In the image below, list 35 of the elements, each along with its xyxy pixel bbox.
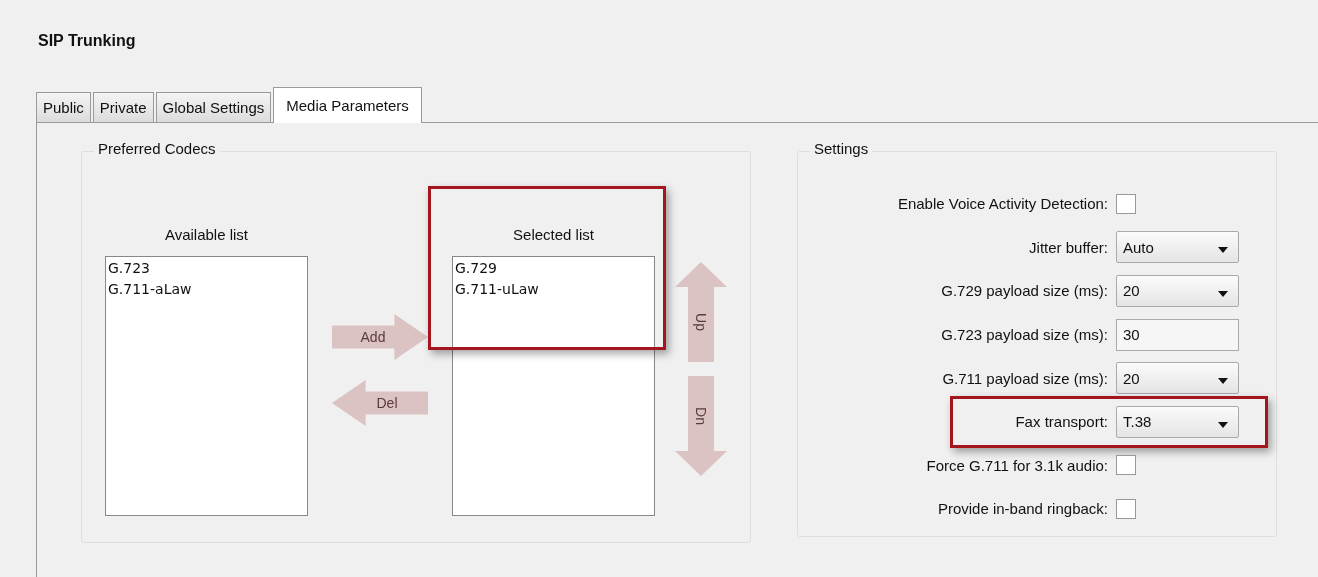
setting-label: Provide in-band ringback: [936, 500, 1109, 518]
list-item[interactable]: G.723 [108, 260, 305, 276]
setting-label: G.711 payload size (ms): [941, 369, 1109, 387]
dropdown[interactable]: 20 [1116, 275, 1239, 307]
list-item[interactable]: G.729 [455, 260, 652, 276]
codec-list[interactable]: G.729 G.711-uLaw [452, 256, 655, 516]
caret-icon [1218, 247, 1228, 254]
setting-label: G.729 payload size (ms): [940, 282, 1109, 300]
group-title: Preferred Codecs [94, 140, 220, 157]
dropdown[interactable]: 20 [1116, 362, 1239, 395]
setting-label: Force G.711 for 3.1k audio: [925, 456, 1109, 474]
list-item[interactable]: G.711-aLaw [108, 281, 305, 297]
caret-icon [1218, 421, 1228, 428]
checkbox[interactable] [1116, 455, 1136, 476]
tab[interactable]: Global Settings [155, 92, 272, 122]
tab[interactable]: Media Parameters [273, 87, 422, 123]
checkbox[interactable] [1116, 193, 1136, 214]
setting-label: G.723 payload size (ms): [940, 326, 1109, 344]
group-title: Settings [810, 140, 873, 157]
setting-label: Jitter buffer: [1028, 238, 1109, 256]
dropdown[interactable]: Auto [1116, 231, 1239, 264]
page-title: SIP Trunking [38, 32, 137, 51]
list-item[interactable]: G.711-uLaw [455, 281, 652, 297]
tab[interactable]: Public [36, 92, 91, 122]
caret-icon [1218, 291, 1228, 297]
codec-list[interactable]: G.723 G.711-aLaw [105, 256, 308, 516]
checkbox[interactable] [1116, 498, 1136, 519]
input-field[interactable]: 30 [1116, 318, 1239, 351]
dropdown[interactable]: T.38 [1116, 405, 1239, 438]
setting-label: Fax transport: [1014, 413, 1109, 431]
list-label: Selected list [513, 226, 594, 245]
list-label: Available list [164, 226, 249, 245]
setting-label: Enable Voice Activity Detection: [896, 195, 1109, 213]
caret-icon [1218, 378, 1228, 385]
tab[interactable]: Private [92, 92, 154, 122]
